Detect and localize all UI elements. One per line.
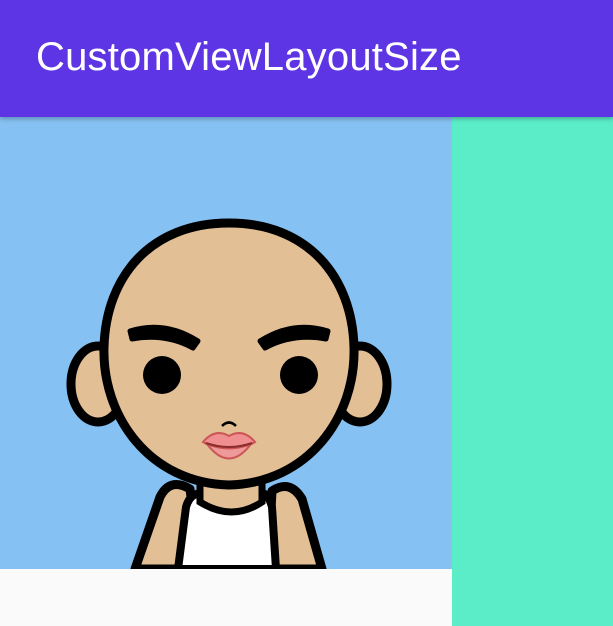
side-panel [452, 117, 613, 626]
app-title: CustomViewLayoutSize [36, 35, 462, 79]
content-area [0, 117, 613, 626]
avatar-illustration [66, 218, 392, 569]
app-bar: CustomViewLayoutSize [0, 0, 613, 117]
bottom-strip [0, 569, 452, 626]
app-screen: CustomViewLayoutSize [0, 0, 613, 626]
custom-view [0, 117, 452, 569]
